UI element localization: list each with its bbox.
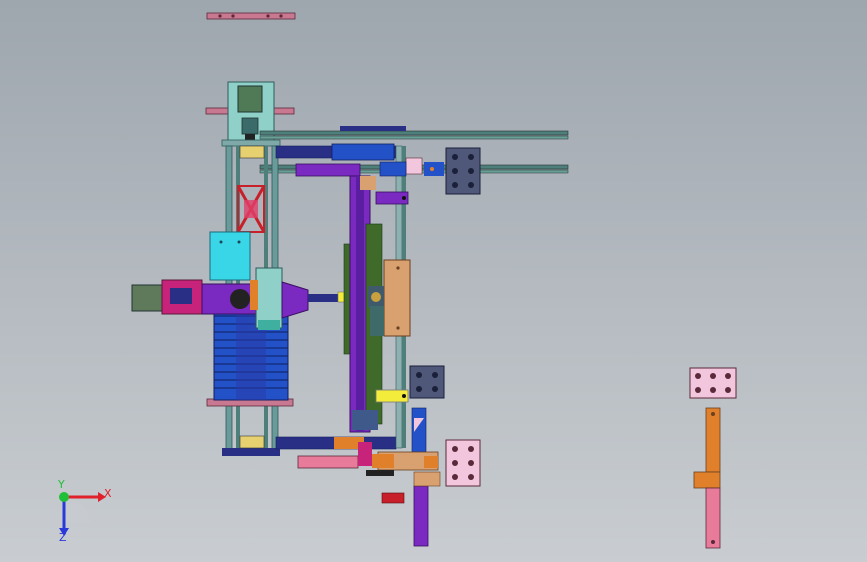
bearing-block-lower[interactable] (445, 439, 481, 487)
detached-plate[interactable] (689, 367, 737, 399)
x-axis-label: X (104, 487, 112, 500)
coordinate-triad: X Y Z (57, 478, 112, 544)
z-axis-label: Z (59, 531, 67, 544)
central-spindle[interactable] (250, 267, 349, 330)
detached-arm[interactable] (693, 407, 721, 549)
cyan-housing[interactable] (209, 231, 251, 281)
side-motor[interactable] (131, 279, 259, 315)
red-x-brace[interactable] (236, 185, 266, 233)
y-axis-label: Y (57, 478, 65, 491)
cad-viewport[interactable]: X Y Z (0, 0, 867, 562)
red-tag[interactable] (381, 492, 405, 504)
bearing-block-upper[interactable] (445, 147, 481, 195)
upper-bracket[interactable] (379, 157, 444, 177)
assembly-drawing[interactable]: X Y Z (0, 0, 867, 562)
top-floating-bar[interactable] (206, 12, 296, 20)
bearing-block-middle[interactable] (409, 365, 445, 399)
